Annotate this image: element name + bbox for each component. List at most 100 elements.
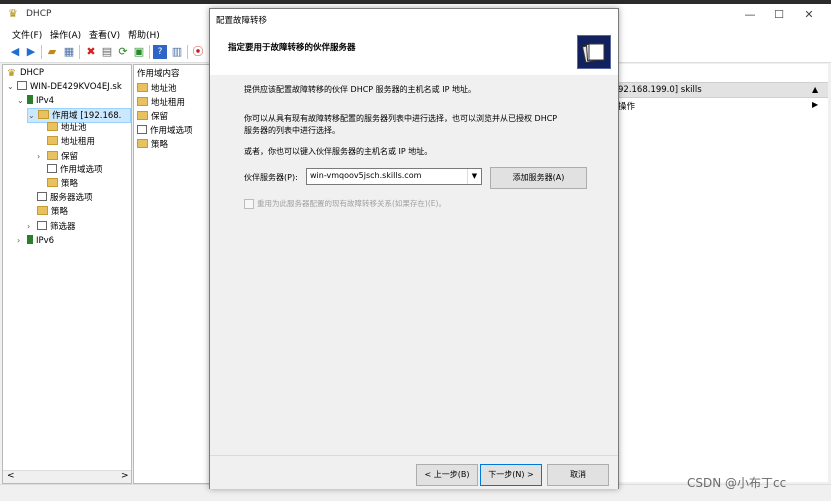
wizard-folders-icon bbox=[577, 35, 611, 69]
list-item[interactable]: 策略 bbox=[137, 138, 168, 150]
intro-text: 提供应该配置故障转移的伙伴 DHCP 服务器的主机名或 IP 地址。 bbox=[244, 85, 476, 94]
menu-help[interactable]: 帮助(H) bbox=[128, 28, 160, 41]
actions-header[interactable]: 92.168.199.0] skills ▲ bbox=[614, 82, 828, 98]
collapse-up-icon[interactable]: ▲ bbox=[812, 85, 818, 94]
console-tree[interactable]: ♛ DHCP ⌄ WIN-DE429KVO4EJ.sk ⌄ IPv4 ⌄ 作用域 [19… bbox=[2, 64, 132, 484]
scroll-right-button[interactable]: > bbox=[121, 471, 129, 481]
list-item[interactable]: 地址池 bbox=[137, 82, 177, 94]
window-title: DHCP bbox=[26, 9, 52, 19]
chevron-right-icon[interactable]: › bbox=[27, 220, 37, 233]
add-server-button[interactable]: 添加服务器(A) bbox=[490, 167, 587, 189]
chevron-right-icon[interactable]: › bbox=[37, 150, 47, 163]
dialog-title: 配置故障转移 bbox=[216, 16, 268, 26]
export-icon[interactable]: ▣ bbox=[132, 45, 146, 59]
options-icon bbox=[47, 164, 57, 173]
minimize-button[interactable]: — bbox=[735, 7, 765, 23]
tree-item-scope[interactable]: ⌄ 作用域 [192.168. bbox=[27, 108, 131, 123]
partner-server-value[interactable]: win-vmqoov5jsch.skills.com bbox=[310, 171, 421, 180]
contents-header: 作用域内容 bbox=[137, 69, 180, 79]
list-item[interactable]: 作用域选项 bbox=[137, 124, 193, 136]
tree-item-address-leases[interactable]: 地址租用 bbox=[47, 136, 95, 149]
menu-action[interactable]: 操作(A) bbox=[50, 28, 81, 41]
watermark: CSDN @小布丁cc bbox=[687, 476, 787, 490]
folder-icon bbox=[137, 83, 148, 92]
ipv6-icon bbox=[27, 235, 33, 244]
list-item[interactable]: 地址租用 bbox=[137, 96, 185, 108]
more-actions-item[interactable]: 操作 bbox=[618, 100, 635, 112]
dialog-footer: < 上一步(B) 下一步(N) > 取消 bbox=[210, 455, 618, 489]
toolbar-separator bbox=[187, 45, 188, 59]
close-button[interactable]: ✕ bbox=[794, 7, 824, 23]
toolbar-separator bbox=[79, 45, 80, 59]
folder-icon bbox=[137, 111, 148, 120]
stop-icon[interactable]: ⦿ bbox=[191, 45, 205, 59]
folder-icon bbox=[137, 139, 148, 148]
tree-item-ipv6[interactable]: › IPv6 bbox=[17, 234, 54, 247]
console-tree-icon[interactable]: ▦ bbox=[62, 45, 76, 59]
folder-icon bbox=[47, 122, 58, 131]
dialog-body: 提供应该配置故障转移的伙伴 DHCP 服务器的主机名或 IP 地址。 你可以从具… bbox=[210, 75, 618, 455]
back-arrow-icon[interactable]: ◀ bbox=[8, 45, 22, 59]
filter-icon bbox=[37, 221, 47, 230]
alternative-text: 或者，你也可以键入伙伴服务器的主机名或 IP 地址。 bbox=[244, 147, 433, 156]
back-button[interactable]: < 上一步(B) bbox=[416, 464, 478, 486]
cancel-button[interactable]: 取消 bbox=[547, 464, 609, 486]
tree-item-server-options[interactable]: 服务器选项 bbox=[37, 192, 93, 205]
actions-pane: 92.168.199.0] skills ▲ 操作 ▶ bbox=[614, 64, 828, 482]
select-text-line2: 服务器的列表中进行选择。 bbox=[244, 126, 340, 135]
dhcp-icon: ♛ bbox=[7, 68, 16, 79]
folder-icon bbox=[137, 97, 148, 106]
chevron-right-icon[interactable]: › bbox=[17, 234, 27, 247]
tree-item-server[interactable]: ⌄ WIN-DE429KVO4EJ.sk bbox=[7, 80, 122, 93]
ipv4-icon bbox=[27, 95, 33, 104]
contents-pane[interactable]: 作用域内容 地址池 地址租用 保留 作用域选项 策略 bbox=[133, 64, 212, 484]
toolbar-separator bbox=[149, 45, 150, 59]
select-text-line1: 你可以从具有现有故障转移配置的服务器列表中进行选择，也可以浏览并从已授权 DHC… bbox=[244, 114, 558, 123]
chevron-down-icon[interactable]: ⌄ bbox=[28, 109, 38, 122]
menu-view[interactable]: 查看(V) bbox=[89, 28, 120, 41]
forward-arrow-icon[interactable]: ▶ bbox=[24, 45, 38, 59]
tree-item-address-pool[interactable]: 地址池 bbox=[47, 122, 87, 135]
horizontal-scrollbar[interactable]: < > bbox=[3, 470, 131, 483]
options-icon bbox=[37, 192, 47, 201]
tree-item-policies[interactable]: 策略 bbox=[37, 206, 68, 219]
chevron-down-icon[interactable]: ▼ bbox=[467, 169, 481, 184]
folder-icon bbox=[47, 151, 58, 160]
chevron-down-icon[interactable]: ⌄ bbox=[17, 94, 27, 107]
delete-icon[interactable]: ✖ bbox=[84, 45, 98, 59]
list-item[interactable]: 保留 bbox=[137, 110, 168, 122]
submenu-arrow-icon: ▶ bbox=[812, 100, 819, 109]
dhcp-app-icon: ♛ bbox=[8, 7, 18, 20]
tree-item-scope-options[interactable]: 作用域选项 bbox=[47, 164, 103, 177]
dialog-header: 指定要用于故障转移的伙伴服务器 bbox=[210, 29, 618, 76]
tree-item-ipv4[interactable]: ⌄ IPv4 bbox=[17, 94, 54, 107]
tree-item-scope-policies[interactable]: 策略 bbox=[47, 178, 78, 191]
menu-file[interactable]: 文件(F) bbox=[12, 28, 42, 41]
tree-item-reservations[interactable]: › 保留 bbox=[37, 150, 78, 163]
partner-server-label: 伙伴服务器(P): bbox=[244, 173, 298, 182]
reuse-relationship-checkbox bbox=[244, 199, 254, 209]
next-button[interactable]: 下一步(N) > bbox=[480, 464, 542, 486]
server-icon bbox=[17, 81, 27, 90]
scroll-left-button[interactable]: < bbox=[7, 471, 15, 481]
chevron-down-icon[interactable]: ⌄ bbox=[7, 80, 17, 93]
maximize-button[interactable]: ☐ bbox=[764, 7, 794, 23]
scope-folder-icon bbox=[38, 110, 49, 119]
toolbar-separator bbox=[41, 45, 42, 59]
folder-icon bbox=[37, 206, 48, 215]
dialog-heading: 指定要用于故障转移的伙伴服务器 bbox=[228, 43, 356, 53]
folder-icon bbox=[47, 136, 58, 145]
reuse-relationship-label: 重用为此服务器配置的现有故障转移关系(如果存在)(E)。 bbox=[257, 199, 446, 208]
refresh-icon[interactable]: ⟳ bbox=[116, 45, 130, 59]
options-icon bbox=[137, 125, 147, 134]
properties-icon[interactable]: ▤ bbox=[100, 45, 114, 59]
up-folder-icon[interactable]: ▰ bbox=[45, 45, 59, 59]
help-icon[interactable]: ? bbox=[153, 45, 167, 59]
view-icon[interactable]: ▥ bbox=[170, 45, 184, 59]
tree-item-dhcp[interactable]: ♛ DHCP bbox=[7, 67, 44, 80]
partner-server-combobox[interactable]: win-vmqoov5jsch.skills.com ▼ bbox=[306, 168, 482, 185]
configure-failover-dialog: 配置故障转移 指定要用于故障转移的伙伴服务器 提供应该配置故障转移的伙伴 DHC… bbox=[209, 8, 619, 489]
folder-icon bbox=[47, 178, 58, 187]
tree-item-filters[interactable]: › 筛选器 bbox=[27, 220, 76, 233]
dialog-title-bar: 配置故障转移 bbox=[210, 9, 618, 29]
